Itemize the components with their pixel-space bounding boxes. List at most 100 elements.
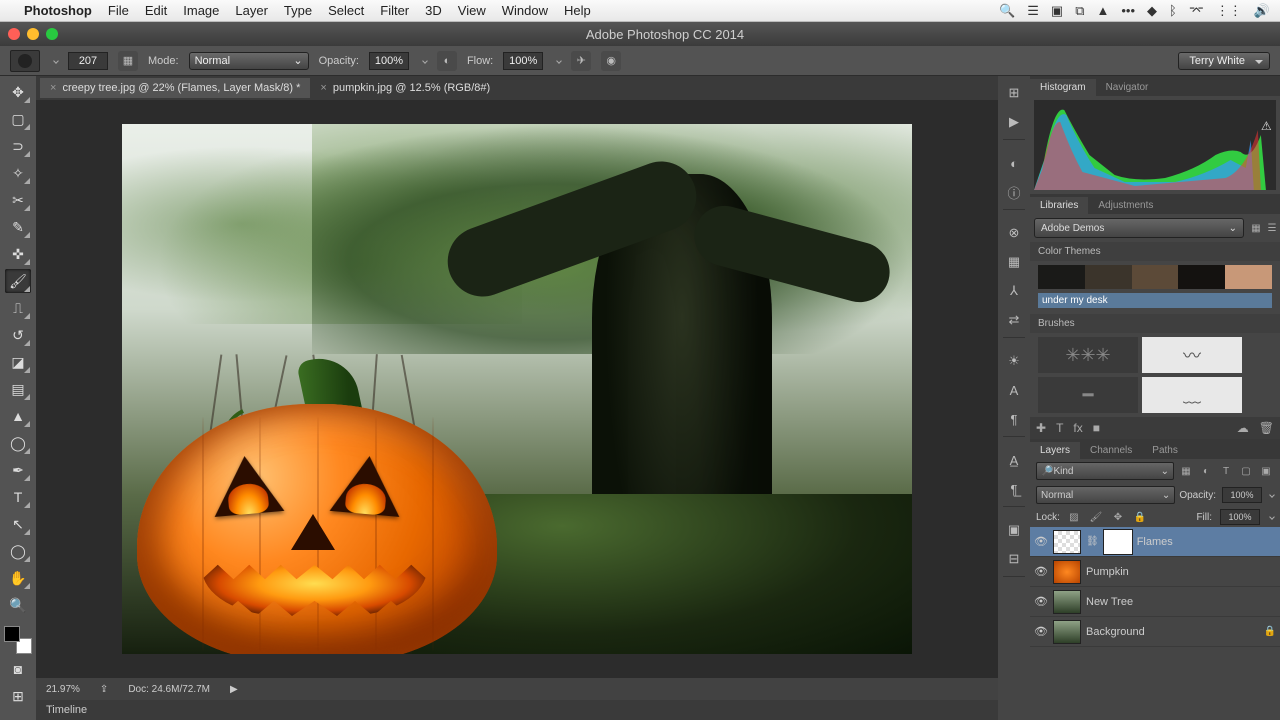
menu-edit[interactable]: Edit bbox=[145, 3, 167, 18]
share-icon[interactable]: ⇪ bbox=[100, 684, 108, 695]
document-tab[interactable]: ×creepy tree.jpg @ 22% (Flames, Layer Ma… bbox=[40, 78, 310, 98]
layer-opacity-input[interactable]: 100% bbox=[1222, 487, 1262, 503]
pressure-size-button[interactable]: ◉ bbox=[601, 51, 621, 71]
brush-preset[interactable]: ✳✳✳ bbox=[1038, 337, 1138, 373]
brush-dropdown-icon[interactable] bbox=[53, 58, 59, 64]
grid-view-icon[interactable]: ▦ bbox=[1248, 220, 1264, 236]
dropbox-icon[interactable]: ⌤ bbox=[1189, 3, 1204, 19]
add-text-icon[interactable]: T bbox=[1056, 421, 1063, 435]
brush-tool[interactable]: 🖌 bbox=[5, 269, 31, 293]
histogram-tab[interactable]: Histogram bbox=[1030, 79, 1096, 96]
more-icon[interactable]: ••• bbox=[1121, 3, 1135, 18]
workspace-switcher[interactable]: Terry White bbox=[1178, 52, 1270, 70]
brush-preset[interactable]: ﹏ bbox=[1142, 377, 1242, 413]
filter-type-icon[interactable]: T bbox=[1218, 463, 1234, 479]
info-panel-icon[interactable]: ⓘ bbox=[1003, 181, 1025, 203]
filter-smart-icon[interactable]: ▣ bbox=[1258, 463, 1274, 479]
zoom-tool[interactable]: 🔍 bbox=[5, 593, 31, 617]
layer-row[interactable]: 👁 ⛓ Flames bbox=[1030, 527, 1280, 557]
charstyles-icon[interactable]: A̲ bbox=[1003, 449, 1025, 471]
wifi-icon[interactable]: ⋮⋮ bbox=[1216, 3, 1242, 19]
opacity-input[interactable] bbox=[369, 52, 409, 70]
menu-select[interactable]: Select bbox=[328, 3, 364, 18]
volume-icon[interactable]: 🔊 bbox=[1254, 3, 1270, 19]
crop-tool[interactable]: ✂ bbox=[5, 188, 31, 212]
menu-window[interactable]: Window bbox=[502, 3, 548, 18]
brush-preset[interactable]: 〰 bbox=[1142, 337, 1242, 373]
layer-row[interactable]: 👁 Background 🔒 bbox=[1030, 617, 1280, 647]
opacity-dd-icon[interactable] bbox=[422, 58, 428, 64]
zoom-level[interactable]: 21.97% bbox=[46, 684, 80, 695]
menu-app[interactable]: Photoshop bbox=[24, 3, 92, 18]
character-panel-icon[interactable]: A bbox=[1003, 379, 1025, 401]
paths-tab[interactable]: Paths bbox=[1142, 442, 1188, 459]
menu-file[interactable]: File bbox=[108, 3, 129, 18]
visibility-icon[interactable]: 👁 bbox=[1034, 565, 1048, 578]
adjustments-icon[interactable]: ☀ bbox=[1003, 350, 1025, 372]
add-graphic-icon[interactable]: ✚ bbox=[1036, 421, 1046, 435]
libraries-tab[interactable]: Libraries bbox=[1030, 197, 1088, 214]
spotlight-icon[interactable]: 🔍 bbox=[999, 3, 1015, 19]
theme-name-label[interactable]: under my desk bbox=[1038, 293, 1272, 308]
trash-icon[interactable]: 🗑 bbox=[1259, 421, 1274, 435]
lock-pixels-icon[interactable]: 🖌 bbox=[1088, 509, 1104, 525]
actions-panel-icon[interactable]: ▶ bbox=[1003, 111, 1025, 133]
menu-view[interactable]: View bbox=[458, 3, 486, 18]
dodge-tool[interactable]: ◯ bbox=[5, 431, 31, 455]
menu-help[interactable]: Help bbox=[564, 3, 591, 18]
cc-icon[interactable]: ◆ bbox=[1147, 3, 1157, 19]
filter-shape-icon[interactable]: ▢ bbox=[1238, 463, 1254, 479]
cloud-icon[interactable]: ☁ bbox=[1237, 421, 1249, 435]
eyedropper-tool[interactable]: ✎ bbox=[5, 215, 31, 239]
visibility-icon[interactable]: 👁 bbox=[1034, 595, 1048, 608]
paragraph-panel-icon[interactable]: ¶ bbox=[1003, 408, 1025, 430]
layer-thumb[interactable] bbox=[1053, 590, 1081, 614]
navigator-tab[interactable]: Navigator bbox=[1096, 79, 1159, 96]
lock-trans-icon[interactable]: ▨ bbox=[1066, 509, 1082, 525]
flow-input[interactable] bbox=[503, 52, 543, 70]
layer-mask-thumb[interactable] bbox=[1104, 530, 1132, 554]
marquee-tool[interactable]: ▢ bbox=[5, 107, 31, 131]
pressure-opacity-button[interactable]: ◐ bbox=[437, 51, 457, 71]
eraser-tool[interactable]: ◪ bbox=[5, 350, 31, 374]
brush-size-input[interactable] bbox=[68, 52, 108, 70]
blur-tool[interactable]: ▲ bbox=[5, 404, 31, 428]
menu-type[interactable]: Type bbox=[284, 3, 312, 18]
layer-name[interactable]: New Tree bbox=[1086, 596, 1276, 608]
layer-thumb[interactable] bbox=[1053, 530, 1081, 554]
close-icon[interactable]: × bbox=[50, 82, 56, 94]
layer-name[interactable]: Background bbox=[1086, 626, 1259, 638]
screen-mode-button[interactable]: ⊞ bbox=[5, 684, 31, 708]
path-select-tool[interactable]: ↖ bbox=[5, 512, 31, 536]
shape-tool[interactable]: ◯ bbox=[5, 539, 31, 563]
move-tool[interactable]: ✥ bbox=[5, 80, 31, 104]
brush-panel-toggle[interactable]: ▦ bbox=[118, 51, 138, 71]
layer-row[interactable]: 👁 New Tree bbox=[1030, 587, 1280, 617]
status-arrow-icon[interactable]: ▶ bbox=[230, 684, 238, 695]
heal-tool[interactable]: ✜ bbox=[5, 242, 31, 266]
quick-mask-button[interactable]: ◙ bbox=[5, 657, 31, 681]
color-theme-swatches[interactable] bbox=[1038, 265, 1272, 289]
screen-icon[interactable]: ⧉ bbox=[1075, 3, 1084, 19]
hand-tool[interactable]: ✋ bbox=[5, 566, 31, 590]
magic-wand-tool[interactable]: ✧ bbox=[5, 161, 31, 185]
menu-filter[interactable]: Filter bbox=[380, 3, 409, 18]
layer-thumb[interactable] bbox=[1053, 560, 1081, 584]
close-icon[interactable]: × bbox=[320, 82, 326, 94]
visibility-icon[interactable]: 👁 bbox=[1034, 625, 1048, 638]
filter-kind-select[interactable]: 🔎Kind⌄ bbox=[1036, 462, 1174, 480]
notif-icon[interactable]: ▲ bbox=[1096, 3, 1109, 18]
fill-input[interactable]: 100% bbox=[1220, 509, 1260, 525]
canvas[interactable] bbox=[122, 124, 912, 654]
add-fx-icon[interactable]: fx bbox=[1073, 421, 1082, 435]
filter-pixel-icon[interactable]: ▦ bbox=[1178, 463, 1194, 479]
link-icon[interactable]: ⛓ bbox=[1086, 536, 1099, 547]
history-panel-icon[interactable]: ⊞ bbox=[1003, 82, 1025, 104]
flow-dd-icon[interactable] bbox=[556, 58, 562, 64]
lock-all-icon[interactable]: 🔒 bbox=[1132, 509, 1148, 525]
document-tab[interactable]: ×pumpkin.jpg @ 12.5% (RGB/8#) bbox=[310, 78, 500, 98]
notes-icon[interactable]: ▣ bbox=[1003, 519, 1025, 541]
airbrush-button[interactable]: ✈ bbox=[571, 51, 591, 71]
close-window-button[interactable] bbox=[8, 28, 20, 40]
styles-panel-icon[interactable]: ▦ bbox=[1003, 251, 1025, 273]
